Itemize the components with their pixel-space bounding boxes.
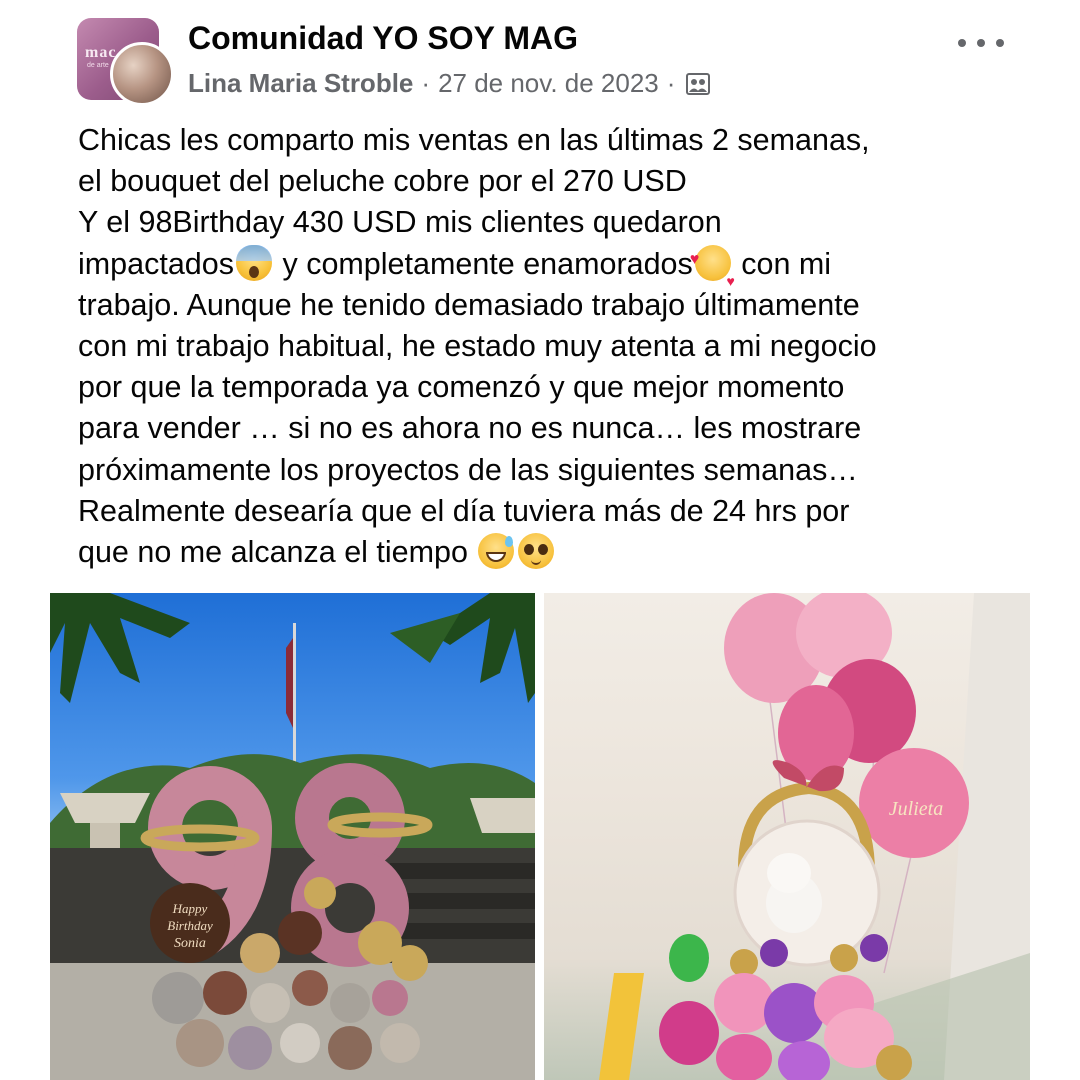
photo-plush-bouquet-illustration: Julieta xyxy=(599,593,1030,1080)
meta-separator: · xyxy=(666,68,676,98)
post-text-line: Chicas les comparto mis ventas en las úl… xyxy=(78,123,870,157)
birthday-sign-line2: Birthday xyxy=(167,918,213,933)
more-dot xyxy=(996,39,1004,47)
post-text-segment: con mi xyxy=(741,246,832,281)
post-body: Chicas les comparto mis ventas en las úl… xyxy=(78,120,1038,573)
post-text-line: que no me alcanza el tiempo xyxy=(78,532,1038,573)
author-avatar[interactable] xyxy=(110,42,174,106)
post-photo-98-birthday[interactable]: Happy Birthday Sonia xyxy=(50,593,535,1080)
meta-separator: · xyxy=(421,68,431,98)
birthday-sign-line1: Happy xyxy=(172,901,208,916)
post-text-line: con mi trabajo habitual, he estado muy a… xyxy=(78,329,877,364)
grinning-face-with-sweat-icon xyxy=(478,533,515,570)
author-name-link[interactable]: Lina Maria Stroble xyxy=(188,68,413,99)
post-text-line: impactados y completamente enamorados co… xyxy=(78,239,1038,302)
post-text-line: Realmente desearía que el día tuviera má… xyxy=(78,493,850,528)
post-date-link[interactable]: 27 de nov. de 2023 xyxy=(438,68,659,99)
avatar-logo-subtext: de arte xyxy=(87,62,109,69)
photo-98-birthday-illustration: Happy Birthday Sonia xyxy=(50,593,535,1080)
foil-balloon-text: Julieta xyxy=(889,798,943,820)
group-audience-icon[interactable] xyxy=(685,71,711,97)
post-text-line: por que la temporada ya comenzó y que me… xyxy=(78,370,845,405)
birthday-sign-line3: Sonia xyxy=(174,936,206,951)
more-dot xyxy=(977,39,985,47)
post-text-line: para vender … si no es ahora no es nunca… xyxy=(78,411,862,446)
post-text-segment: que no me alcanza el tiempo xyxy=(78,535,468,570)
more-options-button[interactable] xyxy=(958,28,1004,58)
more-horizontal-icon xyxy=(958,39,966,47)
post-meta: Lina Maria Stroble · 27 de nov. de 2023 … xyxy=(188,68,711,99)
post-text-line: próximamente los proyectos de las siguie… xyxy=(78,452,858,487)
post-text-segment: y completamente enamorados xyxy=(282,246,693,281)
group-name-link[interactable]: Comunidad YO SOY MAG xyxy=(188,20,578,57)
post-photo-plush-bouquet[interactable]: Julieta xyxy=(544,593,1030,1080)
pleading-face-icon xyxy=(518,533,555,570)
post-text-line: Y el 98Birthday 430 USD mis clientes que… xyxy=(78,205,722,240)
avatar-logo-text: mac xyxy=(85,44,117,61)
post-text-line: trabajo. Aunque he tenido demasiado trab… xyxy=(78,287,860,322)
post-text-line: el bouquet del peluche cobre por el 270 … xyxy=(78,164,687,199)
face-screaming-in-fear-icon xyxy=(235,244,272,281)
smiling-face-with-hearts-icon xyxy=(690,239,735,302)
post-text-segment: impactados xyxy=(78,246,234,281)
